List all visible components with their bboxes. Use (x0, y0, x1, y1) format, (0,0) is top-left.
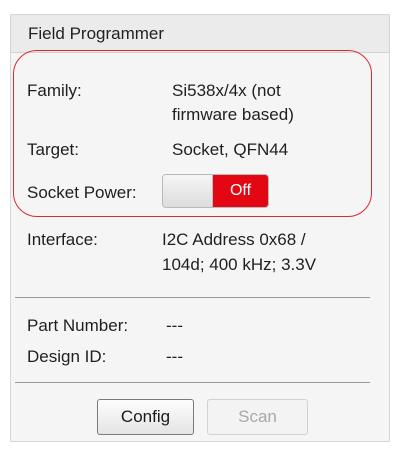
toggle-thumb[interactable] (163, 175, 213, 207)
part-number-label: Part Number: (27, 316, 129, 335)
family-value-line2: firmware based) (172, 105, 294, 124)
interface-label: Interface: (27, 230, 98, 249)
socket-power-label: Socket Power: (27, 183, 137, 202)
divider-top (15, 297, 370, 298)
design-id-value: --- (166, 347, 183, 366)
family-value-line1: Si538x/4x (not (172, 81, 281, 100)
interface-value-line2: 104d; 400 kHz; 3.3V (162, 255, 317, 274)
divider-bottom (15, 382, 370, 383)
panel-header: Field Programmer (11, 15, 389, 53)
family-label: Family: (27, 81, 82, 100)
interface-value-line1: I2C Address 0x68 / (162, 230, 306, 249)
design-id-label: Design ID: (27, 347, 107, 366)
part-number-value: --- (166, 316, 183, 335)
target-value: Socket, QFN44 (172, 140, 289, 159)
panel-title: Field Programmer (28, 24, 165, 43)
toggle-state-label: Off (213, 175, 268, 207)
config-button[interactable]: Config (97, 399, 194, 435)
target-label: Target: (27, 140, 79, 159)
scan-button[interactable]: Scan (207, 399, 308, 435)
socket-power-toggle[interactable]: Off (162, 174, 269, 208)
